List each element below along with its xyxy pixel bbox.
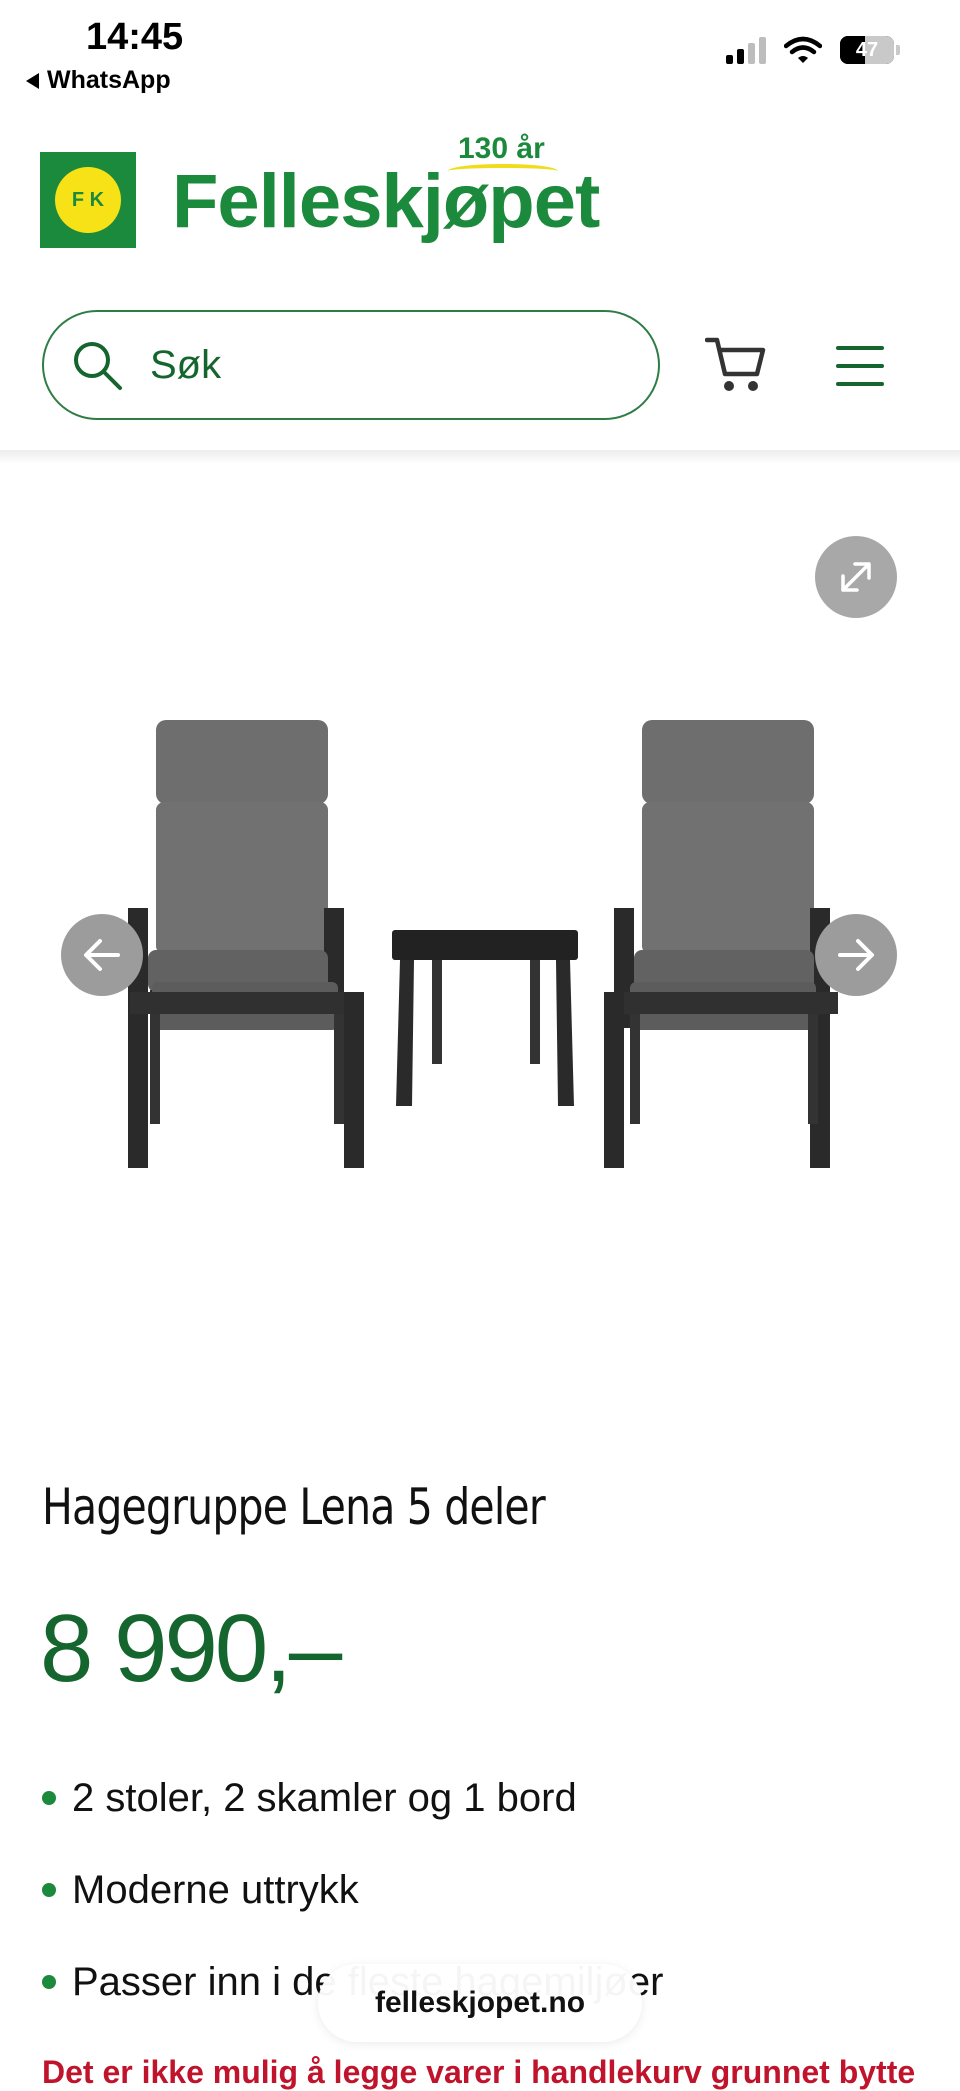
hamburger-menu-icon[interactable] — [836, 346, 884, 400]
anniversary-swoosh — [448, 164, 558, 178]
cart-unavailable-notice: Det er ikke mulig å legge varer i handle… — [42, 2054, 916, 2090]
brand-logo-mark[interactable]: F K — [40, 152, 136, 248]
search-input[interactable]: Søk — [42, 310, 660, 420]
status-time: 14:45 — [86, 16, 184, 58]
bullet-dot-icon — [42, 1791, 56, 1805]
status-indicators: 47 — [726, 36, 900, 64]
feature-text: Moderne uttrykk — [72, 1867, 359, 1912]
feature-item: Moderne uttrykk — [42, 1844, 663, 1936]
cart-icon[interactable] — [705, 336, 767, 394]
product-image — [128, 720, 838, 1168]
arrow-left-icon — [84, 939, 120, 971]
expand-icon — [841, 562, 871, 592]
search-icon — [74, 342, 122, 390]
next-image-button[interactable] — [815, 914, 897, 996]
cellular-signal-icon — [726, 36, 766, 64]
bullet-dot-icon — [42, 1883, 56, 1897]
wifi-icon — [784, 36, 822, 63]
logo-emblem-icon: F K — [55, 167, 121, 233]
search-placeholder: Søk — [150, 342, 222, 387]
feature-text: 2 stoler, 2 skamler og 1 bord — [72, 1775, 577, 1820]
battery-percent: 47 — [855, 38, 879, 61]
expand-image-button[interactable] — [815, 536, 897, 618]
product-price: 8 990,– — [40, 1595, 342, 1702]
back-triangle-icon — [26, 72, 39, 89]
battery-icon: 47 — [840, 36, 900, 64]
back-app-label: WhatsApp — [47, 66, 171, 94]
browser-url-bar[interactable]: felleskjopet.no — [318, 1964, 642, 2042]
product-title: Hagegruppe Lena 5 deler — [42, 1478, 546, 1536]
feature-item: 2 stoler, 2 skamler og 1 bord — [42, 1752, 663, 1844]
anniversary-badge: 130 år — [458, 132, 545, 165]
header-divider — [0, 450, 960, 464]
previous-image-button[interactable] — [61, 914, 143, 996]
back-to-app-link[interactable]: WhatsApp — [26, 66, 171, 95]
bullet-dot-icon — [42, 1975, 56, 1989]
arrow-right-icon — [838, 939, 874, 971]
